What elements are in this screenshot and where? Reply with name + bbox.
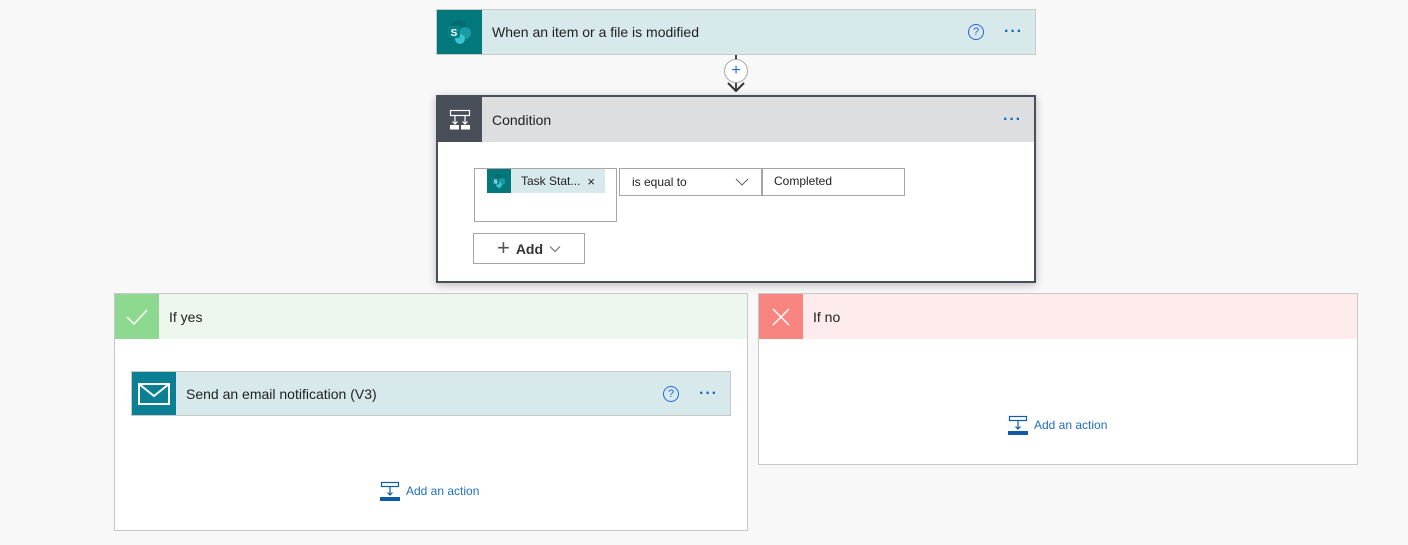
arrow-down-icon: [727, 82, 745, 93]
send-email-action-card[interactable]: Send an email notification (V3) ? ···: [131, 371, 731, 416]
branch-yes-header[interactable]: If yes: [115, 294, 747, 339]
mail-icon: [132, 372, 176, 415]
svg-text:S: S: [494, 179, 498, 185]
dynamic-content-token[interactable]: S Task Stat... ×: [487, 169, 605, 193]
add-action-icon: [1008, 415, 1028, 435]
add-condition-button[interactable]: + Add: [473, 233, 585, 264]
svg-text:S: S: [450, 28, 457, 39]
branch-if-yes: If yes Send an email notification (V3) ?…: [114, 293, 748, 531]
plus-icon: +: [496, 234, 510, 260]
close-icon: [759, 294, 803, 339]
checkmark-icon: [115, 294, 159, 339]
add-label: Add: [515, 240, 544, 257]
more-options-icon[interactable]: ···: [1004, 24, 1023, 40]
trigger-card[interactable]: S When an item or a file is modified ? ·…: [436, 9, 1036, 55]
condition-header[interactable]: Condition ···: [438, 97, 1034, 142]
branch-if-no: If no Add an action: [758, 293, 1358, 465]
add-action-label: Add an action: [406, 484, 480, 498]
chevron-down-icon: [549, 245, 561, 252]
token-label: Task Stat...: [521, 174, 581, 188]
add-action-button[interactable]: Add an action: [1008, 415, 1107, 435]
branch-no-title: If no: [813, 308, 841, 325]
sharepoint-icon: S: [487, 169, 511, 193]
branch-no-header[interactable]: If no: [759, 294, 1357, 339]
condition-title: Condition: [492, 111, 552, 128]
chevron-down-icon: [735, 178, 749, 186]
sharepoint-icon: S: [437, 10, 482, 54]
more-options-icon[interactable]: ···: [699, 385, 718, 402]
remove-token-icon[interactable]: ×: [587, 174, 605, 189]
more-options-icon[interactable]: ···: [1003, 111, 1022, 128]
operator-value: is equal to: [632, 175, 687, 189]
condition-left-operand[interactable]: S Task Stat... ×: [474, 168, 617, 222]
add-action-button[interactable]: Add an action: [380, 481, 479, 501]
operator-dropdown[interactable]: is equal to: [619, 168, 762, 196]
branch-yes-title: If yes: [169, 308, 203, 325]
condition-icon: [438, 97, 482, 142]
help-icon[interactable]: ?: [663, 385, 680, 402]
help-icon[interactable]: ?: [968, 24, 985, 40]
add-action-label: Add an action: [1034, 418, 1108, 432]
add-action-icon: [380, 481, 400, 501]
trigger-title: When an item or a file is modified: [492, 24, 699, 40]
condition-card: Condition ··· S Task Stat... × is equal …: [436, 95, 1036, 283]
action-title: Send an email notification (V3): [186, 385, 377, 402]
condition-value-input[interactable]: Completed: [762, 168, 905, 196]
